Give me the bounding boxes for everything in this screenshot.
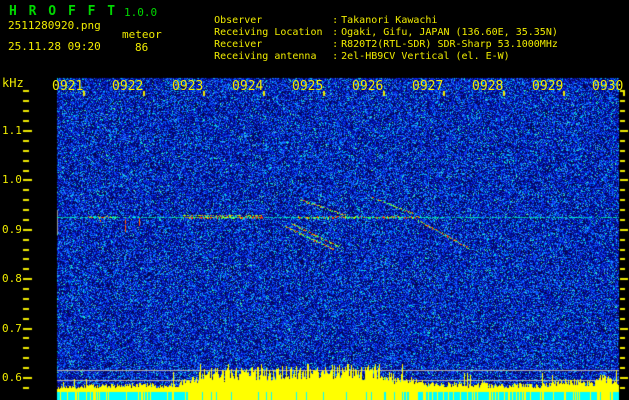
info-label: Receiving antenna	[214, 51, 317, 62]
time-label: 0924	[232, 79, 264, 94]
app-title: H R O F F T	[9, 4, 118, 19]
info-colon: :	[332, 51, 339, 62]
time-label: 0923	[172, 79, 204, 94]
time-label: 0929	[532, 79, 564, 94]
freq-axis-unit-label: kHz	[2, 76, 24, 90]
time-label: 0925	[292, 79, 324, 94]
time-label: 0926	[352, 79, 384, 94]
datetime-label: 25.11.28 09:20	[8, 40, 101, 53]
freq-tick-label: 0.7	[2, 322, 22, 335]
time-label: 0921	[52, 79, 84, 94]
output-filename: 2511280920.png	[8, 19, 101, 32]
info-value: 2el-HB9CV Vertical (el. E-W)	[341, 51, 510, 62]
time-label: 0928	[472, 79, 504, 94]
time-label: 0930	[592, 79, 624, 94]
freq-tick-label: 1.0	[2, 173, 22, 186]
mode-label: meteor	[122, 28, 162, 41]
freq-tick-label: 1.1	[2, 124, 22, 137]
time-label: 0927	[412, 79, 444, 94]
freq-tick-label: 0.9	[2, 223, 22, 236]
info-row-antenna: Receiving antenna:2el-HB9CV Vertical (el…	[178, 40, 510, 73]
freq-tick-label: 0.8	[2, 272, 22, 285]
app-version: 1.0.0	[124, 6, 158, 19]
meteor-count: 86	[135, 41, 149, 54]
time-label: 0922	[112, 79, 144, 94]
hrofft-window: H R O F F T 1.0.0 2511280920.png meteor …	[0, 0, 629, 400]
freq-tick-label: 0.6	[2, 371, 22, 384]
